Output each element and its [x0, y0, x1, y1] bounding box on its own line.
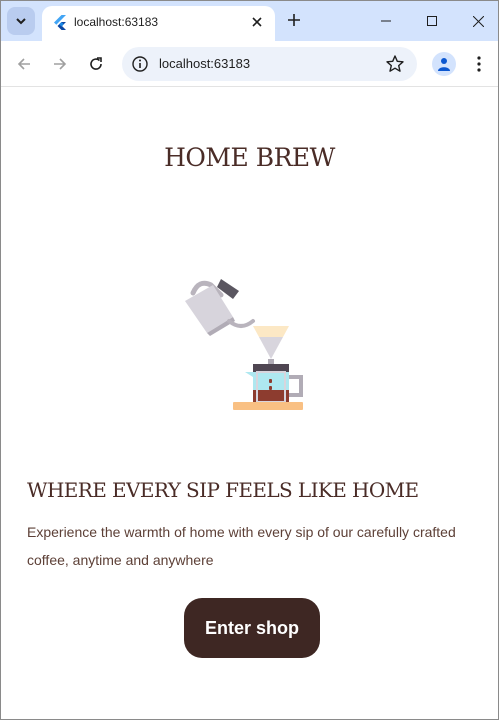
tagline-description: Experience the warmth of home with every…: [27, 524, 456, 568]
browser-toolbar: localhost:63183: [1, 41, 498, 87]
person-icon: [438, 58, 450, 71]
enter-shop-button[interactable]: Enter shop: [184, 598, 320, 658]
close-icon: [252, 17, 262, 27]
minimize-button[interactable]: [363, 1, 409, 41]
profile-button[interactable]: [432, 52, 456, 76]
back-button[interactable]: [10, 50, 38, 78]
browser-menu-button[interactable]: [469, 53, 489, 75]
star-icon[interactable]: [385, 54, 405, 74]
pour-over-coffee-illustration: [185, 279, 303, 410]
tab-title: localhost:63183: [74, 15, 159, 29]
tagline-heading: WHERE EVERY SIP FEELS LIKE HOME: [27, 478, 419, 502]
info-icon[interactable]: [131, 55, 149, 73]
arrow-right-icon: [54, 58, 67, 70]
address-bar[interactable]: localhost:63183: [122, 47, 417, 81]
chevron-down-icon: [16, 18, 26, 25]
arrow-left-icon: [17, 58, 30, 70]
close-window-button[interactable]: [455, 1, 498, 41]
app-page: HOME BREW WHERE EVERY SIP FEELS LIKE HOM…: [1, 88, 498, 719]
brand-title: HOME BREW: [164, 143, 335, 172]
maximize-button[interactable]: [409, 1, 455, 41]
browser-tab[interactable]: localhost:63183: [42, 6, 275, 41]
maximize-icon: [427, 16, 437, 26]
plus-icon: [288, 14, 300, 26]
forward-button[interactable]: [46, 50, 74, 78]
minimize-icon: [381, 20, 391, 22]
reload-button[interactable]: [82, 50, 110, 78]
tab-search-button[interactable]: [7, 7, 35, 35]
flutter-icon: [54, 15, 66, 30]
reload-icon: [90, 57, 102, 70]
tab-strip: localhost:63183: [1, 1, 498, 41]
close-icon: [472, 15, 484, 27]
browser-window: localhost:63183 localhost:63183 HOME BRE…: [0, 0, 499, 720]
new-tab-button[interactable]: [283, 9, 305, 31]
url-text[interactable]: localhost:63183: [159, 56, 250, 72]
more-vert-icon: [477, 56, 481, 72]
tab-close-button[interactable]: [247, 12, 267, 32]
